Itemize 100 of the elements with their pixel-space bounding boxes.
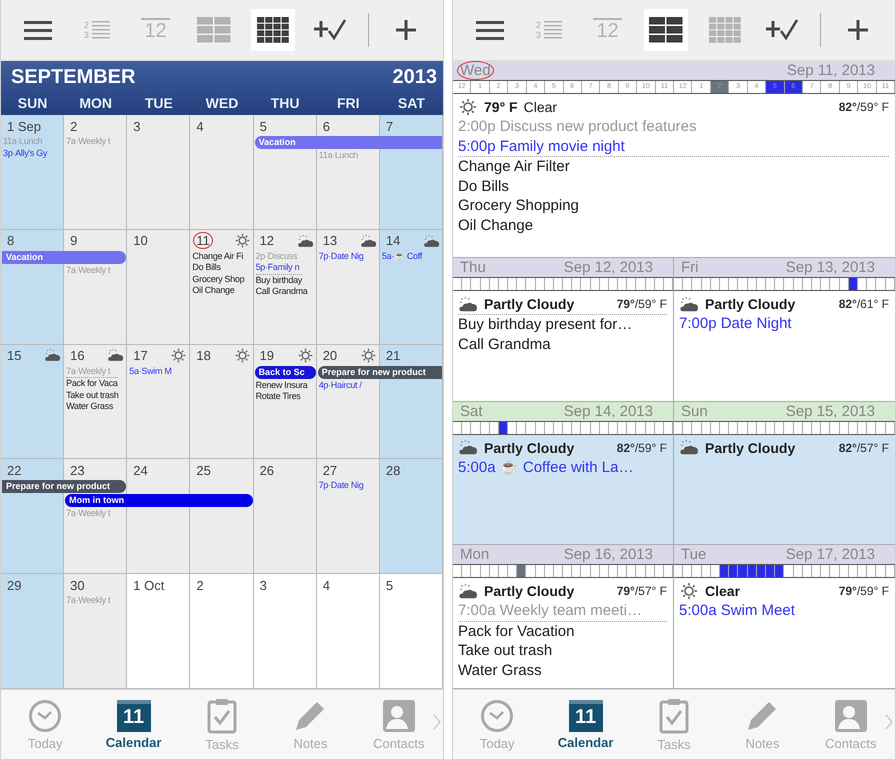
month-view-button[interactable]: [250, 9, 295, 51]
day-cell[interactable]: 2: [190, 574, 254, 689]
day-cell[interactable]: 10: [127, 230, 190, 345]
task-item[interactable]: Pack for Vaca: [66, 377, 118, 390]
task-item[interactable]: Water Grass: [458, 660, 667, 680]
day-cell[interactable]: 3: [127, 115, 190, 230]
day-cell[interactable]: 1 Sep 11a·Lunch 3p·Ally's Gy: [1, 115, 64, 230]
day-cell[interactable]: 5: [380, 574, 443, 689]
day-number: 6: [322, 118, 331, 134]
sun-icon: [679, 581, 699, 602]
partly-cloudy-icon: [458, 296, 478, 312]
task-item[interactable]: Grocery Shopping: [458, 196, 889, 216]
day-cell[interactable]: 4: [316, 574, 380, 689]
task-item[interactable]: Take out trash: [458, 641, 667, 661]
event-item[interactable]: 5:00a ☕ Coffee with La…: [458, 458, 667, 478]
task-item[interactable]: Oil Change: [192, 285, 234, 297]
sun-icon: [234, 347, 251, 364]
day-cell[interactable]: 16 7a·Weekly t Pack for Vaca Take out trash Water Grass: [64, 344, 128, 460]
temperature-range: 82°/61° F: [838, 297, 889, 311]
day-cell[interactable]: 29: [1, 574, 64, 689]
task-item[interactable]: Do Bills: [192, 262, 221, 274]
date-label: Sep 13, 2013: [786, 259, 875, 276]
event-item[interactable]: 5p·Family n: [256, 262, 300, 274]
day-number: 28: [384, 462, 402, 479]
day-number: 1 Oct: [132, 576, 166, 594]
task-item[interactable]: Rotate Tires: [256, 391, 300, 403]
event-item[interactable]: 7:00p Date Night: [679, 314, 889, 334]
weather-condition: Clear: [705, 583, 740, 600]
task-item[interactable]: Change Air Fi: [192, 250, 244, 262]
day-cell[interactable]: 11 Change Air Fi Do Bills Grocery Shop Oil Change: [190, 230, 254, 345]
event-item[interactable]: 3p·Ally's Gy: [3, 148, 48, 159]
partly-cloudy-icon: [422, 234, 440, 248]
tab-bar-item[interactable]: 11 Calendar: [541, 700, 630, 750]
task-item[interactable]: Pack for Vacation: [458, 620, 667, 642]
event-item[interactable]: 5:00p Family movie night: [458, 136, 889, 156]
day-cell[interactable]: 18: [190, 344, 254, 460]
hour-slot: [720, 565, 730, 578]
day-number: 26: [258, 462, 276, 479]
calendar-icon: 11: [116, 700, 151, 732]
task-item[interactable]: Water Grass: [66, 401, 114, 413]
day-cell[interactable]: 30 7a·Weekly t: [64, 574, 128, 689]
event-bar[interactable]: Vacation: [254, 136, 442, 149]
task-item[interactable]: Grocery Shop: [192, 274, 244, 286]
day-cell[interactable]: 26: [254, 459, 317, 574]
day-number: 3: [132, 118, 142, 134]
year-label: 2013: [392, 66, 437, 88]
event-item[interactable]: 7p·Date Nig: [318, 250, 364, 262]
day-number: 16: [69, 347, 86, 364]
event-bar[interactable]: Prepare for new product: [318, 366, 442, 379]
event-item[interactable]: 4p·Haircut /: [318, 380, 362, 392]
tab-bar-item[interactable]: 11 Calendar: [89, 700, 178, 750]
week-grid-icon: [649, 17, 684, 43]
day-cell[interactable]: 1 Oct: [127, 574, 190, 689]
event-bar[interactable]: Prepare for new product: [2, 480, 126, 494]
task-item[interactable]: Do Bills: [458, 176, 889, 196]
date-label: Sep 14, 2013: [564, 402, 653, 420]
task-item[interactable]: Oil Change: [458, 216, 889, 235]
event-bar[interactable]: Vacation: [2, 250, 126, 264]
day-cell[interactable]: 12 2p·Discuss 5p·Family n Buy birthday Call Grandma: [254, 230, 317, 345]
temperature-range: 79°/59° F: [838, 584, 889, 598]
day-cell[interactable]: 3: [254, 574, 317, 689]
sun-icon: [360, 347, 377, 364]
day-cell[interactable]: 13 7p·Date Nig: [316, 230, 380, 345]
event-item[interactable]: 5a·Swim M: [129, 366, 172, 378]
event-bar[interactable]: Mom in town: [65, 494, 253, 508]
day-cell[interactable]: 17 5a·Swim M: [127, 344, 190, 460]
month-grid-icon: [708, 17, 741, 43]
day-cell[interactable]: 14 5a·☕ Coff: [380, 230, 443, 345]
day-cell[interactable]: 28: [380, 459, 443, 574]
task-item[interactable]: Renew Insura: [256, 380, 308, 392]
menu-icon: [24, 20, 52, 40]
event-item[interactable]: 5a·☕ Coff: [382, 250, 422, 262]
task-item[interactable]: Call Grandma: [458, 334, 667, 354]
partly-cloudy-icon: [679, 439, 699, 456]
day-cell[interactable]: 15: [1, 344, 64, 460]
date-label: Sep 16, 2013: [564, 546, 653, 564]
day-number: 5: [384, 576, 394, 594]
task-item[interactable]: Buy birthday present for…: [458, 314, 667, 334]
day-number: 24: [132, 462, 149, 479]
event-item[interactable]: 5:00a Swim Meet: [679, 601, 889, 621]
day-cell[interactable]: 4: [190, 115, 254, 230]
day-cell[interactable]: 27 7p·Date Nig: [316, 459, 380, 574]
task-item[interactable]: Buy birthday: [256, 274, 302, 286]
week-view-button[interactable]: [644, 9, 688, 51]
partly-cloudy-icon: [360, 234, 377, 248]
hour-slot: [775, 565, 784, 578]
task-item[interactable]: Take out trash: [66, 390, 118, 402]
event-item[interactable]: 7p·Date Nig: [318, 480, 364, 492]
temperature-range: 82°/59° F: [616, 440, 667, 455]
task-item[interactable]: Change Air Filter: [458, 156, 889, 176]
task-item[interactable]: Call Grandma: [256, 286, 308, 298]
day-number: 8: [6, 232, 16, 250]
clipboard-icon: [659, 698, 690, 734]
weather-condition: Partly Cloudy: [705, 440, 796, 456]
plus-check-icon: [314, 18, 348, 42]
day-cell[interactable]: 2 7a·Weekly t: [64, 115, 128, 230]
day-number: 7: [384, 118, 394, 134]
day-number: 27: [322, 462, 338, 479]
day-number: 9: [69, 232, 78, 250]
clock-icon: [28, 698, 62, 732]
